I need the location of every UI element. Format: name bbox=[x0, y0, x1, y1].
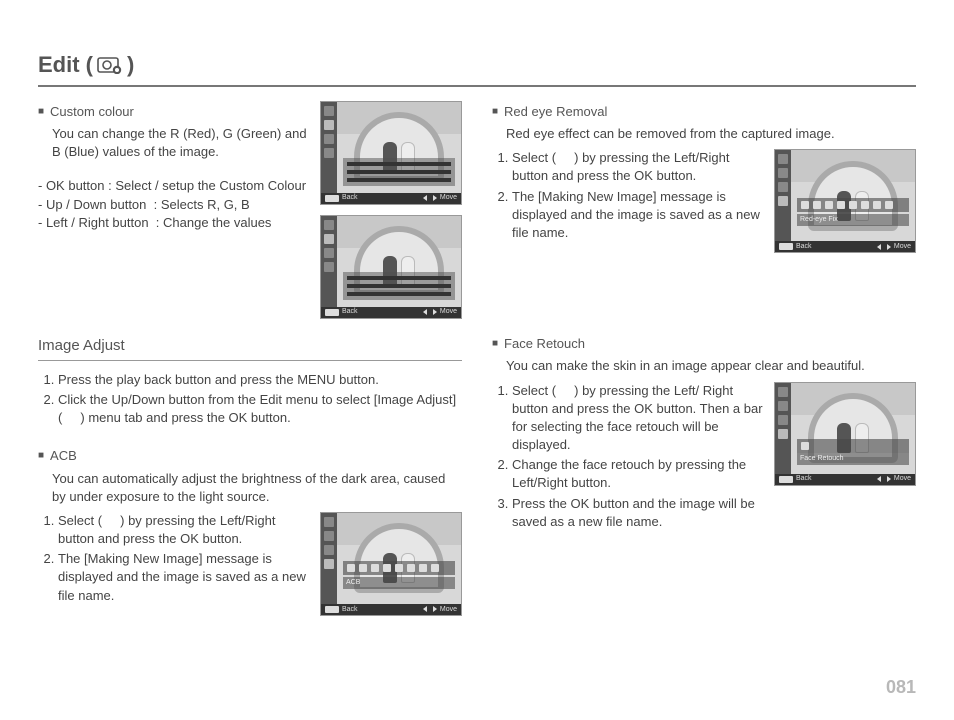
bullet-icon: ■ bbox=[492, 105, 498, 119]
acb-step-1: Select ( ) by pressing the Left/Right bu… bbox=[58, 512, 310, 548]
footer-move: Move bbox=[440, 307, 457, 317]
footer-back: Back bbox=[342, 605, 358, 615]
acb-steps: Select ( ) by pressing the Left/Right bu… bbox=[38, 512, 310, 605]
face-step-2: Change the face retouch by pressing the … bbox=[512, 456, 764, 492]
custom-colour-line-2: - Up / Down button : Selects R, G, B bbox=[38, 196, 310, 214]
custom-colour-heading: Custom colour bbox=[50, 103, 134, 121]
title-post: ) bbox=[127, 50, 134, 81]
footer-move: Move bbox=[440, 605, 457, 615]
page-title: Edit ( ) bbox=[38, 50, 916, 87]
bullet-icon: ■ bbox=[38, 449, 44, 463]
arrows-icon bbox=[877, 243, 891, 251]
arrows-icon bbox=[423, 194, 437, 202]
bullet-icon: ■ bbox=[38, 105, 44, 119]
footer-back: Back bbox=[342, 193, 358, 203]
footer-move: Move bbox=[894, 474, 911, 484]
redeye-step-2: The [Making New Image] message is displa… bbox=[512, 188, 764, 243]
redeye-step-1: Select ( ) by pressing the Left/Right bu… bbox=[512, 149, 764, 185]
acb-strip-label: ACB bbox=[343, 577, 455, 589]
face-strip-label: Face Retouch bbox=[797, 453, 909, 465]
footer-move: Move bbox=[894, 242, 911, 252]
menu-icon bbox=[325, 195, 339, 202]
redeye-thumb: Red-eye Fix Back Move bbox=[774, 149, 916, 253]
custom-colour-thumb-2: Back Move bbox=[320, 215, 462, 319]
menu-icon bbox=[779, 243, 793, 250]
face-steps: Select ( ) by pressing the Left/ Right b… bbox=[492, 382, 764, 532]
footer-back: Back bbox=[342, 307, 358, 317]
page-number: 081 bbox=[886, 675, 916, 700]
custom-colour-line-3: - Left / Right button : Change the value… bbox=[38, 214, 310, 232]
arrows-icon bbox=[877, 475, 891, 483]
redeye-heading: Red eye Removal bbox=[504, 103, 607, 121]
face-step-3: Press the OK button and the image will b… bbox=[512, 495, 764, 531]
right-column: ■ Red eye Removal Red eye effect can be … bbox=[492, 101, 916, 616]
image-adjust-step-2: Click the Up/Down button from the Edit m… bbox=[58, 391, 462, 427]
custom-colour-thumb-1: Back Move bbox=[320, 101, 462, 205]
image-adjust-step-1: Press the play back button and press the… bbox=[58, 371, 462, 389]
footer-back: Back bbox=[796, 474, 812, 484]
menu-icon bbox=[779, 476, 793, 483]
custom-colour-desc: You can change the R (Red), G (Green) an… bbox=[52, 125, 310, 161]
acb-heading: ACB bbox=[50, 447, 77, 465]
left-column: ■ Custom colour You can change the R (Re… bbox=[38, 101, 462, 616]
face-step-1: Select ( ) by pressing the Left/ Right b… bbox=[512, 382, 764, 455]
custom-colour-line-1: - OK button : Select / setup the Custom … bbox=[38, 177, 310, 195]
footer-back: Back bbox=[796, 242, 812, 252]
acb-step-2: The [Making New Image] message is displa… bbox=[58, 550, 310, 605]
image-adjust-steps: Press the play back button and press the… bbox=[38, 371, 462, 428]
face-desc: You can make the skin in an image appear… bbox=[506, 357, 916, 375]
acb-thumb: ACB Back Move bbox=[320, 512, 462, 616]
arrows-icon bbox=[423, 605, 437, 613]
image-adjust-heading: Image Adjust bbox=[38, 335, 462, 361]
acb-desc: You can automatically adjust the brightn… bbox=[52, 470, 462, 506]
arrows-icon bbox=[423, 308, 437, 316]
face-heading: Face Retouch bbox=[504, 335, 585, 353]
menu-icon bbox=[325, 309, 339, 316]
edit-icon bbox=[97, 56, 123, 74]
bullet-icon: ■ bbox=[492, 337, 498, 351]
footer-move: Move bbox=[440, 193, 457, 203]
menu-icon bbox=[325, 606, 339, 613]
redeye-desc: Red eye effect can be removed from the c… bbox=[506, 125, 916, 143]
title-pre: Edit ( bbox=[38, 50, 93, 81]
redeye-steps: Select ( ) by pressing the Left/Right bu… bbox=[492, 149, 764, 242]
face-thumb: Face Retouch Back Move bbox=[774, 382, 916, 486]
redeye-strip-label: Red-eye Fix bbox=[797, 214, 909, 226]
